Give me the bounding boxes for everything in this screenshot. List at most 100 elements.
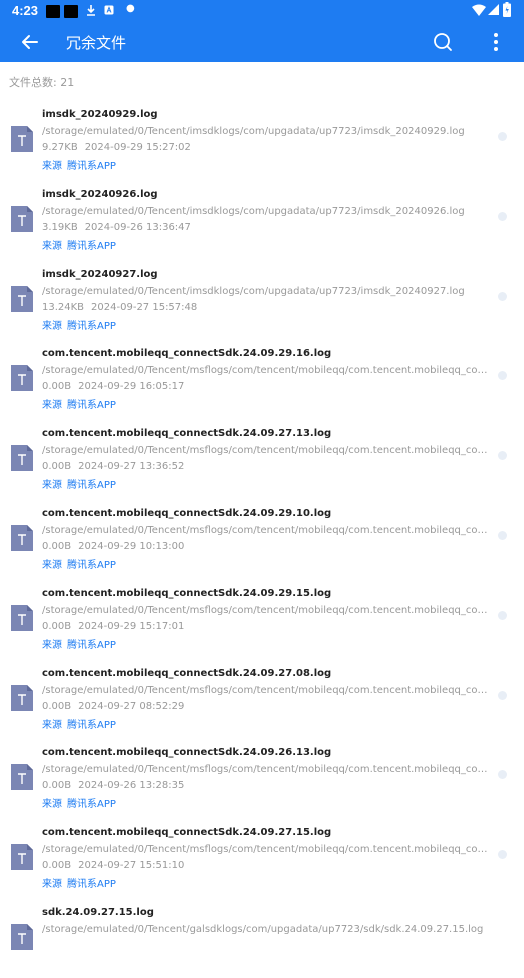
file-size: 9.27KB	[42, 142, 78, 153]
select-radio[interactable]	[498, 371, 507, 381]
source-label: 来源	[42, 400, 62, 412]
select-radio[interactable]	[498, 530, 507, 540]
select-radio[interactable]	[498, 211, 507, 221]
text-file-icon	[11, 844, 33, 871]
file-path: /storage/emulated/0/Tencent/msflogs/com/…	[42, 604, 490, 616]
file-meta: 0.00B 2024-09-29 16:05:17	[42, 381, 184, 392]
wifi-icon	[472, 4, 486, 16]
file-source: 来源 腾讯系APP	[42, 237, 116, 252]
notification-icon	[64, 5, 78, 18]
select-radio[interactable]	[498, 451, 507, 461]
notification-icon	[46, 5, 60, 18]
file-path: /storage/emulated/0/Tencent/msflogs/com/…	[42, 844, 490, 856]
file-list-item[interactable]: com.tencent.mobileqq_connectSdk.24.09.29…	[0, 339, 524, 419]
select-radio[interactable]	[498, 850, 507, 860]
file-size: 0.00B	[42, 780, 72, 792]
file-path: /storage/emulated/0/Tencent/msflogs/com/…	[42, 445, 490, 457]
page-title: 冗余文件	[66, 34, 127, 52]
file-list-item[interactable]: com.tencent.mobileqq_connectSdk.24.09.26…	[0, 738, 524, 818]
file-name: com.tencent.mobileqq_connectSdk.24.09.29…	[42, 348, 332, 360]
file-list-item[interactable]: imsdk_20240927.log/storage/emulated/0/Te…	[0, 260, 524, 340]
file-path: /storage/emulated/0/Tencent/msflogs/com/…	[42, 524, 490, 536]
more-options-icon[interactable]	[484, 30, 508, 54]
file-size: 13.24KB	[42, 301, 85, 313]
search-icon[interactable]	[431, 30, 455, 54]
file-source: 来源 腾讯系APP	[42, 875, 116, 890]
file-meta: 13.24KB 2024-09-27 15:57:48	[42, 302, 197, 313]
source-label: 来源	[42, 559, 62, 571]
text-file-icon	[11, 126, 33, 152]
file-meta: 0.00B 2024-09-29 15:17:01	[42, 621, 184, 632]
file-time: 2024-09-26 13:36:47	[84, 221, 191, 233]
download-icon	[87, 5, 95, 16]
back-arrow-icon[interactable]	[18, 30, 42, 54]
file-path: /storage/emulated/0/Tencent/imsdklogs/co…	[42, 126, 465, 137]
file-name: com.tencent.mobileqq_connectSdk.24.09.29…	[42, 507, 332, 519]
file-source: 来源 腾讯系APP	[42, 396, 116, 411]
source-value: 腾讯系APP	[67, 240, 116, 252]
file-list-item[interactable]: com.tencent.mobileqq_connectSdk.24.09.29…	[0, 499, 524, 579]
source-value: 腾讯系APP	[67, 799, 116, 811]
source-label: 来源	[42, 799, 62, 811]
file-source: 来源 腾讯系APP	[42, 636, 116, 651]
text-file-icon	[11, 524, 33, 551]
source-value: 腾讯系APP	[67, 879, 116, 891]
file-meta: 0.00B 2024-09-27 08:52:29	[42, 701, 184, 712]
file-count: 文件总数: 21	[9, 74, 74, 90]
source-value: 腾讯系APP	[67, 480, 116, 492]
file-source: 来源 腾讯系APP	[42, 317, 116, 332]
file-name: sdk.24.09.27.15.log	[42, 906, 154, 918]
file-size: 0.00B	[42, 540, 72, 552]
file-size: 0.00B	[42, 461, 72, 473]
select-radio[interactable]	[498, 690, 507, 700]
file-size: 0.00B	[42, 700, 72, 712]
source-label: 来源	[42, 320, 62, 332]
text-file-icon	[11, 285, 33, 312]
file-list-item[interactable]: com.tencent.mobileqq_connectSdk.24.09.29…	[0, 579, 524, 659]
signal-icon	[488, 4, 499, 15]
select-radio[interactable]	[498, 132, 507, 141]
file-name: com.tencent.mobileqq_connectSdk.24.09.29…	[42, 587, 332, 599]
source-value: 腾讯系APP	[67, 719, 116, 731]
text-file-icon	[11, 604, 33, 631]
file-time: 2024-09-29 15:27:02	[84, 142, 191, 153]
file-path: /storage/emulated/0/Tencent/imsdklogs/co…	[42, 285, 465, 297]
file-time: 2024-09-26 13:28:35	[78, 780, 185, 792]
source-value: 腾讯系APP	[67, 559, 116, 571]
file-time: 2024-09-27 15:51:10	[78, 860, 185, 872]
status-bar: 4:23 ●	[0, 0, 524, 22]
file-name: com.tencent.mobileqq_connectSdk.24.09.26…	[42, 747, 332, 759]
file-size: 0.00B	[42, 381, 72, 393]
file-size: 0.00B	[42, 620, 72, 632]
source-label: 来源	[42, 161, 62, 172]
text-file-icon	[11, 365, 33, 392]
select-radio[interactable]	[498, 291, 507, 301]
file-list-item[interactable]: com.tencent.mobileqq_connectSdk.24.09.27…	[0, 419, 524, 499]
select-radio[interactable]	[498, 770, 507, 780]
file-name: com.tencent.mobileqq_connectSdk.24.09.27…	[42, 827, 332, 839]
file-list-item[interactable]: com.tencent.mobileqq_connectSdk.24.09.27…	[0, 818, 524, 898]
file-meta: 0.00B 2024-09-29 10:13:00	[42, 541, 184, 552]
text-file-icon	[11, 445, 33, 472]
file-source: 来源 腾讯系APP	[42, 476, 116, 491]
file-meta: 0.00B 2024-09-27 15:51:10	[42, 860, 184, 871]
file-source: 来源 腾讯系APP	[42, 157, 116, 172]
app-bar: 冗余文件	[0, 22, 524, 62]
file-list-item[interactable]: imsdk_20240926.log/storage/emulated/0/Te…	[0, 180, 524, 260]
select-radio[interactable]	[498, 610, 507, 620]
text-file-icon	[11, 205, 33, 232]
file-name: imsdk_20240927.log	[42, 268, 158, 280]
source-label: 来源	[42, 879, 62, 891]
file-list-item[interactable]: sdk.24.09.27.15.log/storage/emulated/0/T…	[0, 898, 524, 978]
file-meta: 9.27KB 2024-09-29 15:27:02	[42, 142, 191, 153]
file-size: 3.19KB	[42, 221, 78, 233]
file-path: /storage/emulated/0/Tencent/msflogs/com/…	[42, 764, 490, 776]
file-path: /storage/emulated/0/Tencent/imsdklogs/co…	[42, 205, 465, 217]
status-time: 4:23	[12, 3, 39, 18]
file-path: /storage/emulated/0/Tencent/galsdklogs/c…	[42, 923, 484, 935]
file-time: 2024-09-29 10:13:00	[78, 540, 185, 552]
file-list-item[interactable]: com.tencent.mobileqq_connectSdk.24.09.27…	[0, 659, 524, 739]
file-meta: 3.19KB 2024-09-26 13:36:47	[42, 222, 191, 233]
file-list-item[interactable]: imsdk_20240929.log/storage/emulated/0/Te…	[0, 100, 524, 180]
dot-icon: ●	[126, 3, 135, 14]
